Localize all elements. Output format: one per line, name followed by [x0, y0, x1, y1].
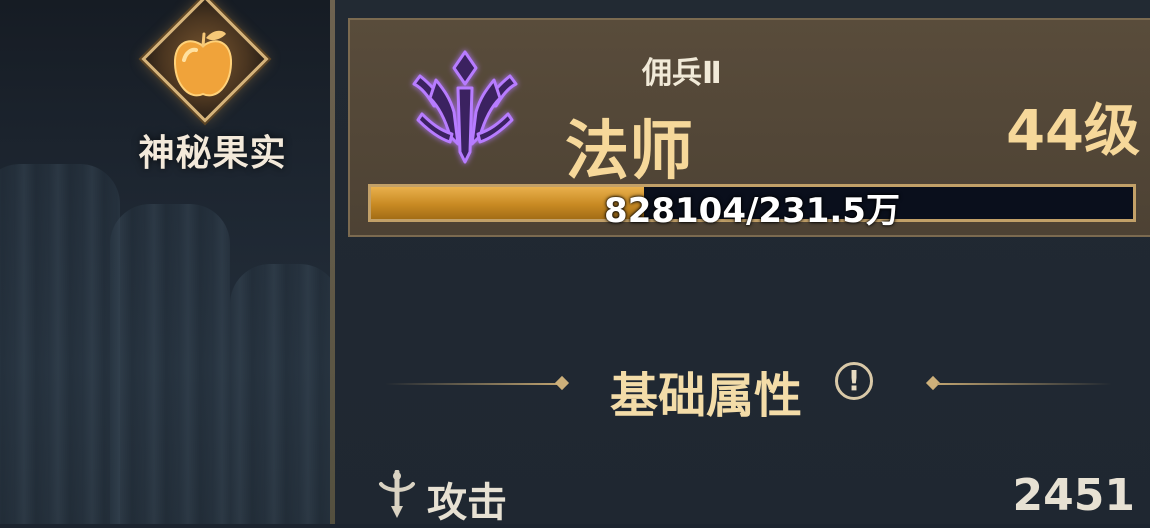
- level-label: 44级: [1006, 99, 1140, 164]
- ornament-line-left: [385, 383, 560, 385]
- exclamation-circle-icon[interactable]: !: [835, 362, 873, 400]
- curtain-decoration: [0, 164, 120, 524]
- mystery-fruit-button[interactable]: 神秘果实: [130, 0, 300, 176]
- apple-icon: [173, 30, 233, 97]
- sword-icon: [379, 470, 415, 518]
- xp-progress-bar: 828104/231.5万: [368, 184, 1136, 231]
- ornament-line-right: [937, 383, 1112, 385]
- section-title: 基础属性: [610, 368, 803, 424]
- xp-progress-text: 828104/231.5万: [604, 191, 900, 231]
- stat-row-attack: 攻击 2451: [375, 466, 1145, 526]
- curtain-decoration: [230, 264, 330, 524]
- subclass-label: 佣兵Ⅱ: [642, 56, 722, 91]
- class-card: 佣兵Ⅱ 法师 44级 828104/231.5万: [348, 18, 1150, 237]
- ornament-diamond-left: [554, 375, 570, 391]
- stat-value: 2451: [1012, 470, 1135, 521]
- item-name: 神秘果实: [138, 133, 287, 174]
- character-panel: 佣兵Ⅱ 法师 44级 828104/231.5万 基础属性 ! 攻击 2451: [335, 0, 1150, 526]
- curtain-decoration: [110, 204, 230, 524]
- purple-crown-emblem-icon: [412, 50, 518, 164]
- base-attributes-header: 基础属性 !: [385, 350, 1145, 424]
- class-name: 法师: [565, 115, 693, 189]
- stat-label: 攻击: [427, 480, 507, 526]
